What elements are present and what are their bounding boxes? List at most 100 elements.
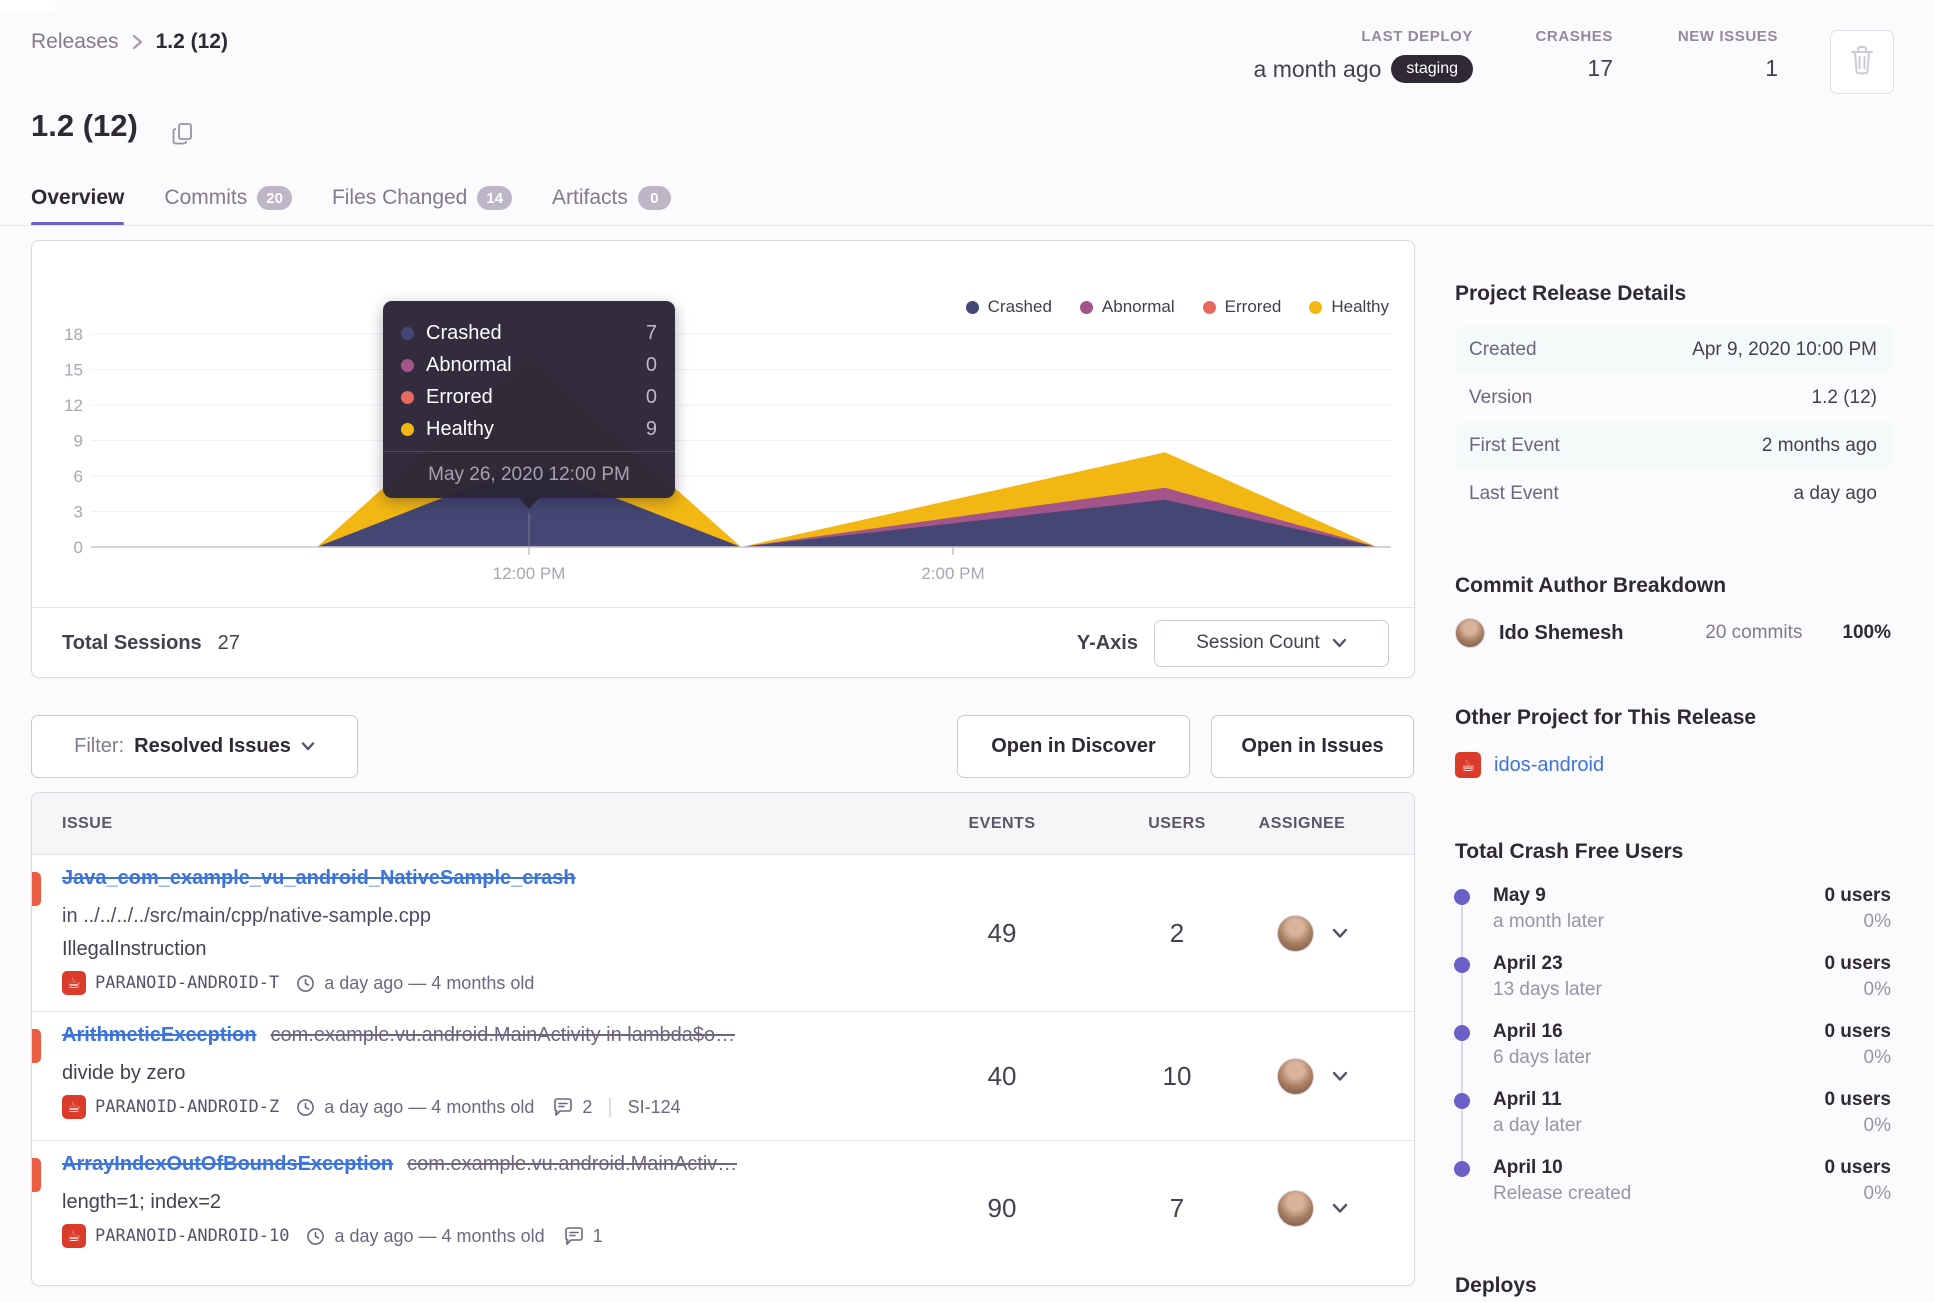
release-details-table: Created Apr 9, 2020 10:00 PM Version 1.2… [1455,326,1891,518]
other-project-heading: Other Project for This Release [1455,706,1757,729]
crash-free-date: April 23 [1493,953,1563,974]
issue-events-count: 90 [987,1192,1017,1223]
delete-release-button[interactable] [1830,30,1894,94]
crash-free-users: 0 users [1824,953,1891,974]
stat-new-issues-label: NEW ISSUES [1677,28,1778,45]
error-level-bar [32,1158,41,1192]
chart-footer: Total Sessions 27 Y-Axis Session Count [32,607,1414,678]
comments-icon [554,1098,573,1116]
crash-free-item: April 23 13 days later 0 users 0% [1493,953,1891,1001]
legend-label-errored: Errored [1224,297,1282,316]
crash-free-percent: 0% [1863,979,1891,1000]
issue-row[interactable]: ArrayIndexOutOfBoundsException com.examp… [32,1141,1414,1275]
assignee-avatar[interactable] [1277,1189,1314,1227]
tooltip-value-healthy: 9 [645,417,657,440]
tab-files-changed[interactable]: Files Changed 14 [332,186,513,226]
crash-free-date: April 10 [1493,1157,1563,1178]
detail-label: Created [1469,339,1537,360]
page-title: 1.2 (12) [31,108,138,143]
stat-new-issues-value: 1 [1765,55,1778,81]
svg-text:0: 0 [74,538,83,557]
assignee-avatar[interactable] [1277,1057,1314,1095]
other-project-link[interactable]: idos-android [1494,754,1604,777]
crash-free-date: April 11 [1493,1089,1562,1110]
open-in-issues-label: Open in Issues [1241,735,1384,757]
tab-overview[interactable]: Overview [31,186,125,226]
error-level-bar [32,872,41,906]
chevron-down-icon[interactable] [1332,928,1348,939]
project-java-icon: ☕ [62,1095,86,1119]
tab-commits[interactable]: Commits 20 [164,186,292,226]
y-axis-select[interactable]: Session Count [1154,619,1389,667]
issues-filter-select[interactable]: Filter: Resolved Issues [31,715,358,778]
svg-text:3: 3 [74,503,83,522]
tabs-divider [0,225,1934,226]
legend-item-errored[interactable]: Errored [1202,297,1282,317]
commit-author-row: Ido Shemesh 20 commits 100% [1455,618,1891,648]
breadcrumb-current: 1.2 (12) [155,30,228,53]
assignee-avatar[interactable] [1277,914,1314,952]
tab-bar: Overview Commits 20 Files Changed 14 Art… [31,172,671,226]
timeline-dot [1454,1093,1470,1109]
issue-row[interactable]: Java_com_example_vu_android_NativeSample… [32,855,1414,1012]
clock-icon [297,1098,315,1116]
chevron-down-icon[interactable] [1332,1071,1348,1082]
tooltip-dot-healthy [401,422,414,436]
tooltip-row-healthy: Healthy 9 [401,413,657,445]
issue-users-count: 7 [1169,1192,1185,1223]
tooltip-row-crashed: Crashed 7 [401,317,657,349]
tab-commits-badge: 20 [257,186,292,210]
crash-free-sub: 6 days later [1493,1047,1592,1068]
chevron-down-icon [301,742,315,751]
legend-item-healthy[interactable]: Healthy [1309,297,1389,317]
comments-count: 2 [582,1096,593,1117]
detail-row-created: Created Apr 9, 2020 10:00 PM [1455,326,1891,374]
tab-artifacts[interactable]: Artifacts 0 [552,186,671,226]
legend-item-crashed[interactable]: Crashed [965,297,1052,317]
detail-value: a day ago [1793,483,1877,504]
release-details-heading: Project Release Details [1455,282,1687,305]
issue-row[interactable]: ArithmeticException com.example.vu.andro… [32,1012,1414,1141]
chevron-down-icon[interactable] [1332,1203,1348,1214]
project-java-icon: ☕ [1455,752,1481,778]
column-header-events: EVENTS [968,815,1036,832]
crash-free-percent: 0% [1863,1047,1891,1068]
crash-free-percent: 0% [1863,1115,1891,1136]
project-java-icon: ☕ [62,1224,86,1248]
tooltip-timestamp: May 26, 2020 12:00 PM [428,464,630,485]
project-slug: PARANOID-ANDROID-T [95,973,280,993]
tooltip-dot-errored [401,390,414,404]
timeline-dot [1454,1161,1470,1177]
legend-label-abnormal: Abnormal [1101,297,1175,316]
stat-last-deploy-value: a month ago [1253,55,1382,82]
tooltip-row-abnormal: Abnormal 0 [401,349,657,381]
crash-free-item: April 16 6 days later 0 users 0% [1493,1021,1891,1069]
issue-culprit: com.example.vu.android.MainActivity in l… [270,1024,736,1046]
crash-free-percent: 0% [1863,911,1891,932]
project-slug: PARANOID-ANDROID-10 [95,1226,290,1246]
open-in-issues-button[interactable]: Open in Issues [1211,715,1414,778]
tooltip-dot-crashed [401,326,414,340]
tab-commits-label: Commits [164,186,248,209]
legend-item-abnormal[interactable]: Abnormal [1079,297,1175,317]
author-avatar [1455,618,1485,648]
tab-artifacts-badge: 0 [637,186,671,210]
issue-short-id: SI-124 [627,1096,681,1117]
breadcrumb-releases-link[interactable]: Releases [31,30,119,54]
tooltip-value-abnormal: 0 [645,353,657,376]
crash-free-sub: a day later [1493,1115,1582,1136]
issue-title-link[interactable]: ArithmeticException [62,1024,256,1047]
y-axis-label: Y-Axis [1076,631,1138,654]
legend-dot-crashed [965,300,979,314]
open-in-discover-button[interactable]: Open in Discover [957,715,1190,778]
detail-label: Last Event [1469,483,1559,504]
clock-icon [307,1227,325,1245]
issue-message: length=1; index=2 [62,1191,222,1213]
issue-age: a day ago — 4 months old [324,1096,535,1117]
copy-version-button[interactable] [172,122,194,151]
window-chrome-notch [0,0,56,12]
chart-legend: Crashed Abnormal Errored Healthy [965,297,1389,317]
crash-free-heading: Total Crash Free Users [1455,840,1684,863]
issue-title-link[interactable]: ArrayIndexOutOfBoundsException [62,1153,393,1176]
issue-title-link[interactable]: Java_com_example_vu_android_NativeSample… [62,867,576,890]
